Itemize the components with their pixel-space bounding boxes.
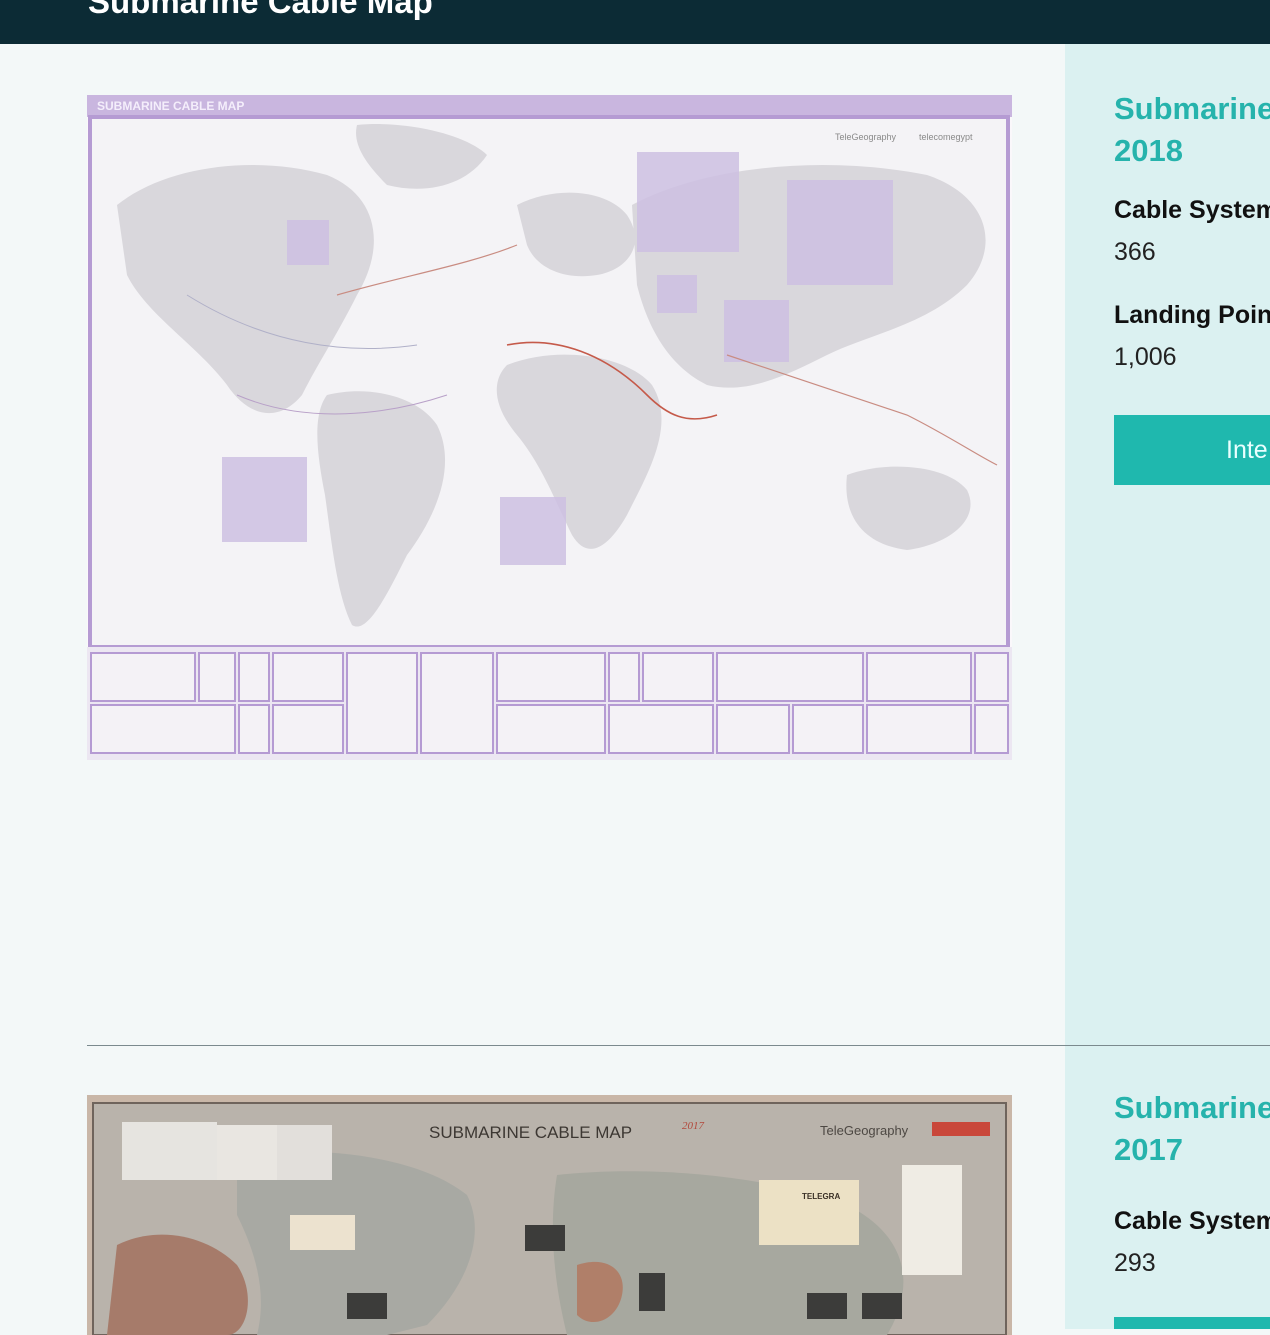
panel-title-line1: Submarine [1114,1090,1270,1125]
cable-systems-value: 366 [1114,238,1156,266]
panel-title-line2: 2018 [1114,133,1183,168]
map-2018-brand-a: TeleGeography [835,132,897,142]
map-2018-brand-b: telecomegypt [919,132,973,142]
map-2017-graphic: SUBMARINE CABLE MAP 2017 TeleGeography T… [87,1095,1012,1335]
info-panel-2018: Submarine 2018 Cable System 366 Landing … [1114,88,1270,488]
map-2018-image[interactable]: SUBMARINE CABLE MAP TeleGeography teleco… [87,95,1012,760]
landing-points-value: 1,006 [1114,343,1177,371]
map-2018-banner: SUBMARINE CABLE MAP [97,99,244,113]
panel-title-line2: 2017 [1114,1132,1183,1167]
map-2018-graphic: SUBMARINE CABLE MAP TeleGeography teleco… [87,95,1012,760]
page-title: Submarine Cable Map [88,0,433,20]
map-2017-brand-b: TELEGRA [802,1192,840,1201]
info-panel-2017: Submarine 2017 Cable System 293 [1114,1087,1270,1329]
map-2017-banner: SUBMARINE CABLE MAP [429,1123,632,1142]
top-bar: Submarine Cable Map [0,0,1270,44]
map-2017-year-tag: 2017 [682,1120,705,1132]
cable-systems-value: 293 [1114,1249,1156,1277]
interactive-map-button[interactable]: Inte [1114,415,1270,485]
landing-points-label: Landing Poin [1114,301,1270,329]
interactive-map-button-label: Inte [1226,435,1268,464]
map-2017-image[interactable]: SUBMARINE CABLE MAP 2017 TeleGeography T… [87,1095,1012,1335]
interactive-map-button-2017[interactable] [1114,1317,1270,1329]
map-2017-brand-a: TeleGeography [820,1123,909,1138]
cable-systems-label: Cable System [1114,196,1270,224]
cable-systems-label: Cable System [1114,1207,1270,1235]
panel-title-line1: Submarine [1114,91,1270,126]
section-divider [87,1045,1270,1046]
